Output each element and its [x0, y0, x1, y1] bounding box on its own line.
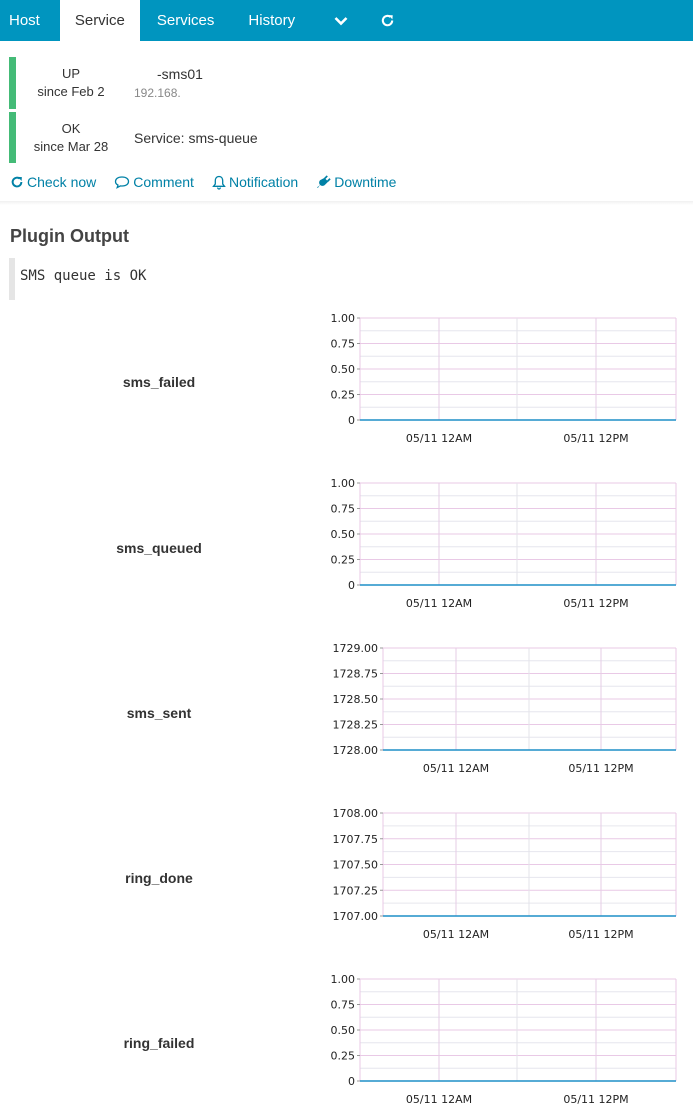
perfdata-chart: 1.00 0.75 0.50 0.25 0 05/11 12AM 05/11 12PM — [331, 973, 677, 1106]
metric-label: sms_failed — [122, 374, 196, 390]
metric-label: ring_done — [125, 870, 193, 886]
service-info: Service: sms-queue — [126, 112, 258, 163]
host-info: -sms01 192.168. — [126, 57, 203, 109]
perfdata-chart: 1708.00 1707.75 1707.50 1707.25 1707.00 05/11… — [333, 807, 677, 941]
y-tick-label: 1.00 — [331, 973, 356, 986]
section-divider — [0, 201, 693, 205]
perfdata-row-0: sms_failed 1.00 0.75 0.50 0.25 0 05/11 12AM 05… — [0, 305, 693, 470]
tab-service[interactable]: Service — [59, 0, 140, 41]
perfdata-row-4: ring_failed 1.00 0.75 0.50 0.25 0 05/11 12AM 0… — [0, 965, 693, 1117]
y-tick-label: 1707.25 — [333, 884, 379, 897]
refresh-button[interactable] — [364, 0, 411, 41]
y-tick-label: 0.50 — [331, 1024, 356, 1037]
host-address: 192.168. — [134, 86, 181, 100]
y-tick-label: 1.00 — [331, 477, 356, 490]
host-state: UP since Feb 2 — [16, 57, 126, 109]
refresh-icon — [381, 14, 394, 27]
y-tick-label: 0.50 — [331, 363, 356, 376]
host-name: -sms01 — [157, 66, 203, 82]
plugin-output-title: Plugin Output — [10, 226, 129, 246]
perfdata-row-3: ring_done 1708.00 1707.75 1707.50 1707.25 17… — [0, 800, 693, 965]
y-tick-label: 1728.25 — [333, 719, 379, 732]
perfdata-chart: 1.00 0.75 0.50 0.25 0 05/11 12AM 05/11 12PM — [331, 477, 677, 610]
check-now-button[interactable]: Check now — [10, 174, 96, 190]
service-name: Service: sms-queue — [134, 129, 258, 146]
host-state-since: since Feb 2 — [37, 84, 105, 99]
x-tick-label: 05/11 12PM — [563, 432, 628, 445]
metric-label: ring_failed — [123, 1035, 195, 1051]
perfdata-chart: 1.00 0.75 0.50 0.25 0 05/11 12AM 05/11 12PM — [331, 312, 677, 445]
bell-icon — [212, 175, 226, 190]
y-tick-label: 0.75 — [331, 503, 356, 516]
y-tick-label: 0.25 — [331, 554, 356, 567]
x-tick-label: 05/11 12PM — [563, 597, 628, 610]
tab-services-label: Services — [156, 12, 215, 29]
service-state-label: OK — [61, 120, 81, 136]
y-tick-label: 0.75 — [331, 999, 356, 1012]
tab-host[interactable]: Host — [0, 0, 60, 41]
tab-host-label: Host — [9, 12, 40, 29]
comment-button[interactable]: Comment — [114, 174, 194, 190]
chevron-down-icon — [334, 16, 348, 25]
quick-actions: Check now Comment Notification Downtime — [10, 174, 414, 190]
x-tick-label: 05/11 12PM — [568, 762, 633, 775]
comment-label: Comment — [133, 174, 194, 190]
y-tick-label: 0.50 — [331, 528, 356, 541]
host-state-indicator — [9, 57, 16, 109]
y-tick-label: 1728.00 — [333, 744, 379, 757]
x-tick-label: 05/11 12AM — [406, 1093, 472, 1106]
y-tick-label: 1708.00 — [333, 807, 379, 820]
metric-label: sms_sent — [126, 705, 192, 721]
y-tick-label: 1707.00 — [333, 910, 379, 923]
comment-icon — [115, 176, 130, 189]
refresh-icon — [11, 176, 23, 188]
y-tick-label: 1.00 — [331, 312, 356, 325]
x-tick-label: 05/11 12AM — [406, 597, 472, 610]
y-tick-label: 1728.50 — [333, 693, 379, 706]
y-tick-label: 0.25 — [331, 1050, 356, 1063]
metric-label: sms_queued — [116, 540, 202, 556]
plug-icon — [317, 174, 331, 188]
host-state-label: UP — [61, 66, 81, 81]
service-state: OK since Mar 28 — [16, 112, 126, 163]
more-tabs-dropdown[interactable] — [312, 0, 364, 41]
notification-label: Notification — [228, 174, 299, 190]
x-tick-label: 05/11 12PM — [563, 1093, 628, 1106]
y-tick-label: 0.75 — [331, 338, 356, 351]
perfdata-row-1: sms_queued 1.00 0.75 0.50 0.25 0 05/11 12AM 05… — [0, 470, 693, 635]
downtime-button[interactable]: Downtime — [316, 174, 396, 190]
notification-button[interactable]: Notification — [212, 174, 298, 190]
tab-history[interactable]: History — [231, 0, 312, 41]
x-tick-label: 05/11 12AM — [423, 762, 489, 775]
y-tick-label: 1728.75 — [333, 668, 379, 681]
downtime-label: Downtime — [334, 174, 397, 190]
tab-service-label: Service — [74, 12, 125, 29]
y-tick-label: 1707.75 — [333, 833, 379, 846]
check-now-label: Check now — [27, 174, 97, 190]
y-tick-label: 0 — [348, 414, 355, 427]
x-tick-label: 05/11 12AM — [423, 928, 489, 941]
service-state-since: since Mar 28 — [33, 138, 109, 154]
x-tick-label: 05/11 12AM — [406, 432, 472, 445]
service-summary[interactable]: OK since Mar 28 Service: sms-queue — [9, 112, 693, 163]
y-tick-label: 0 — [348, 1075, 355, 1088]
top-tab-bar: Host Service Services History — [0, 0, 693, 41]
y-tick-label: 1729.00 — [333, 642, 379, 655]
tab-services[interactable]: Services — [140, 0, 232, 41]
plugin-output-text: SMS queue is OK — [9, 258, 693, 300]
perfdata-row-2: sms_sent 1729.00 1728.75 1728.50 1728.25 172… — [0, 635, 693, 800]
tab-history-label: History — [248, 12, 296, 29]
x-tick-label: 05/11 12PM — [568, 928, 633, 941]
perfdata-chart: 1729.00 1728.75 1728.50 1728.25 1728.00 05/11… — [333, 642, 677, 775]
host-summary[interactable]: UP since Feb 2 -sms01 192.168. — [9, 57, 693, 109]
y-tick-label: 0.25 — [331, 389, 356, 402]
y-tick-label: 1707.50 — [333, 859, 379, 872]
service-state-indicator — [9, 112, 16, 163]
y-tick-label: 0 — [348, 579, 355, 592]
